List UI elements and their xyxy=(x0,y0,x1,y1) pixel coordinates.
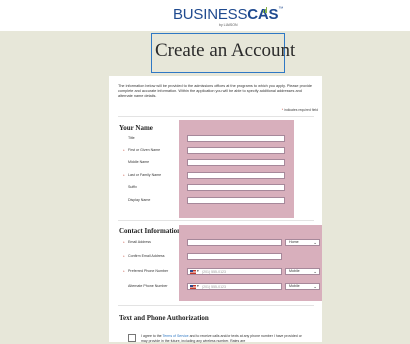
email-input[interactable] xyxy=(187,239,282,246)
last-name-input[interactable] xyxy=(187,172,285,179)
title-input[interactable] xyxy=(187,135,285,142)
phone-type-select[interactable]: Mobile ⌄ xyxy=(285,268,320,275)
confirm-email-label: * Confirm Email Address xyxy=(123,254,165,259)
first-name-input[interactable] xyxy=(187,147,285,154)
authorization-text: I agree to the Terms of Service and to r… xyxy=(141,334,302,343)
terms-of-service-link[interactable]: Terms of Service xyxy=(163,334,189,338)
chevron-down-icon: ⌄ xyxy=(313,269,317,274)
us-flag-icon[interactable] xyxy=(190,270,196,274)
suffix-input[interactable] xyxy=(187,184,285,191)
contact-info-heading: Contact Information xyxy=(119,227,182,235)
page-title-box: Create an Account xyxy=(151,33,295,73)
your-name-heading: Your Name xyxy=(119,124,153,132)
required-field-note: * indicates required field xyxy=(281,108,318,112)
preferred-phone-input[interactable]: ▾ (201) 555-0123 xyxy=(187,268,282,275)
confirm-email-input[interactable] xyxy=(187,253,282,260)
phone-placeholder: (201) 555-0123 xyxy=(202,285,226,289)
country-caret-icon: ▾ xyxy=(197,269,199,273)
middle-name-label: Middle Name xyxy=(128,160,150,164)
divider xyxy=(118,220,314,221)
phone-placeholder: (201) 555-0123 xyxy=(202,270,226,274)
middle-name-input[interactable] xyxy=(187,159,285,166)
authorization-heading: Text and Phone Authorization xyxy=(119,314,209,322)
top-bar: BUSINESSCAS™ by LIAISON xyxy=(0,0,410,31)
us-flag-icon[interactable] xyxy=(190,285,196,289)
chevron-down-icon: ⌄ xyxy=(313,284,317,289)
email-type-select[interactable]: Home ⌄ xyxy=(285,239,320,246)
authorization-checkbox[interactable] xyxy=(128,334,136,342)
display-name-input[interactable] xyxy=(187,197,285,204)
divider xyxy=(118,116,314,117)
alternate-phone-type-select[interactable]: Mobile ⌄ xyxy=(285,283,320,290)
businesscas-logo[interactable]: BUSINESSCAS™ by LIAISON xyxy=(173,6,283,28)
email-label: * Email Address xyxy=(123,240,151,245)
country-caret-icon: ▾ xyxy=(197,284,199,288)
divider xyxy=(118,305,314,306)
intro-text: The information below will be provided t… xyxy=(118,84,313,98)
last-name-label: * Last or Family Name xyxy=(123,173,162,178)
preferred-phone-label: * Preferred Phone Number xyxy=(123,269,169,274)
suffix-label: Suffix xyxy=(128,185,137,189)
alternate-phone-input[interactable]: ▾ (201) 555-0123 xyxy=(187,283,282,290)
logo-subtitle: by LIAISON xyxy=(219,23,238,27)
account-form-card: The information below will be provided t… xyxy=(109,76,322,343)
chevron-down-icon: ⌄ xyxy=(313,240,317,245)
logo-bars-icon xyxy=(263,7,267,13)
alternate-phone-label: Alternate Phone Number xyxy=(128,284,168,288)
display-name-label: Display Name xyxy=(128,198,151,202)
page-title: Create an Account xyxy=(155,40,296,61)
first-name-label: * First or Given Name xyxy=(123,148,161,153)
title-label: Title xyxy=(128,136,135,140)
